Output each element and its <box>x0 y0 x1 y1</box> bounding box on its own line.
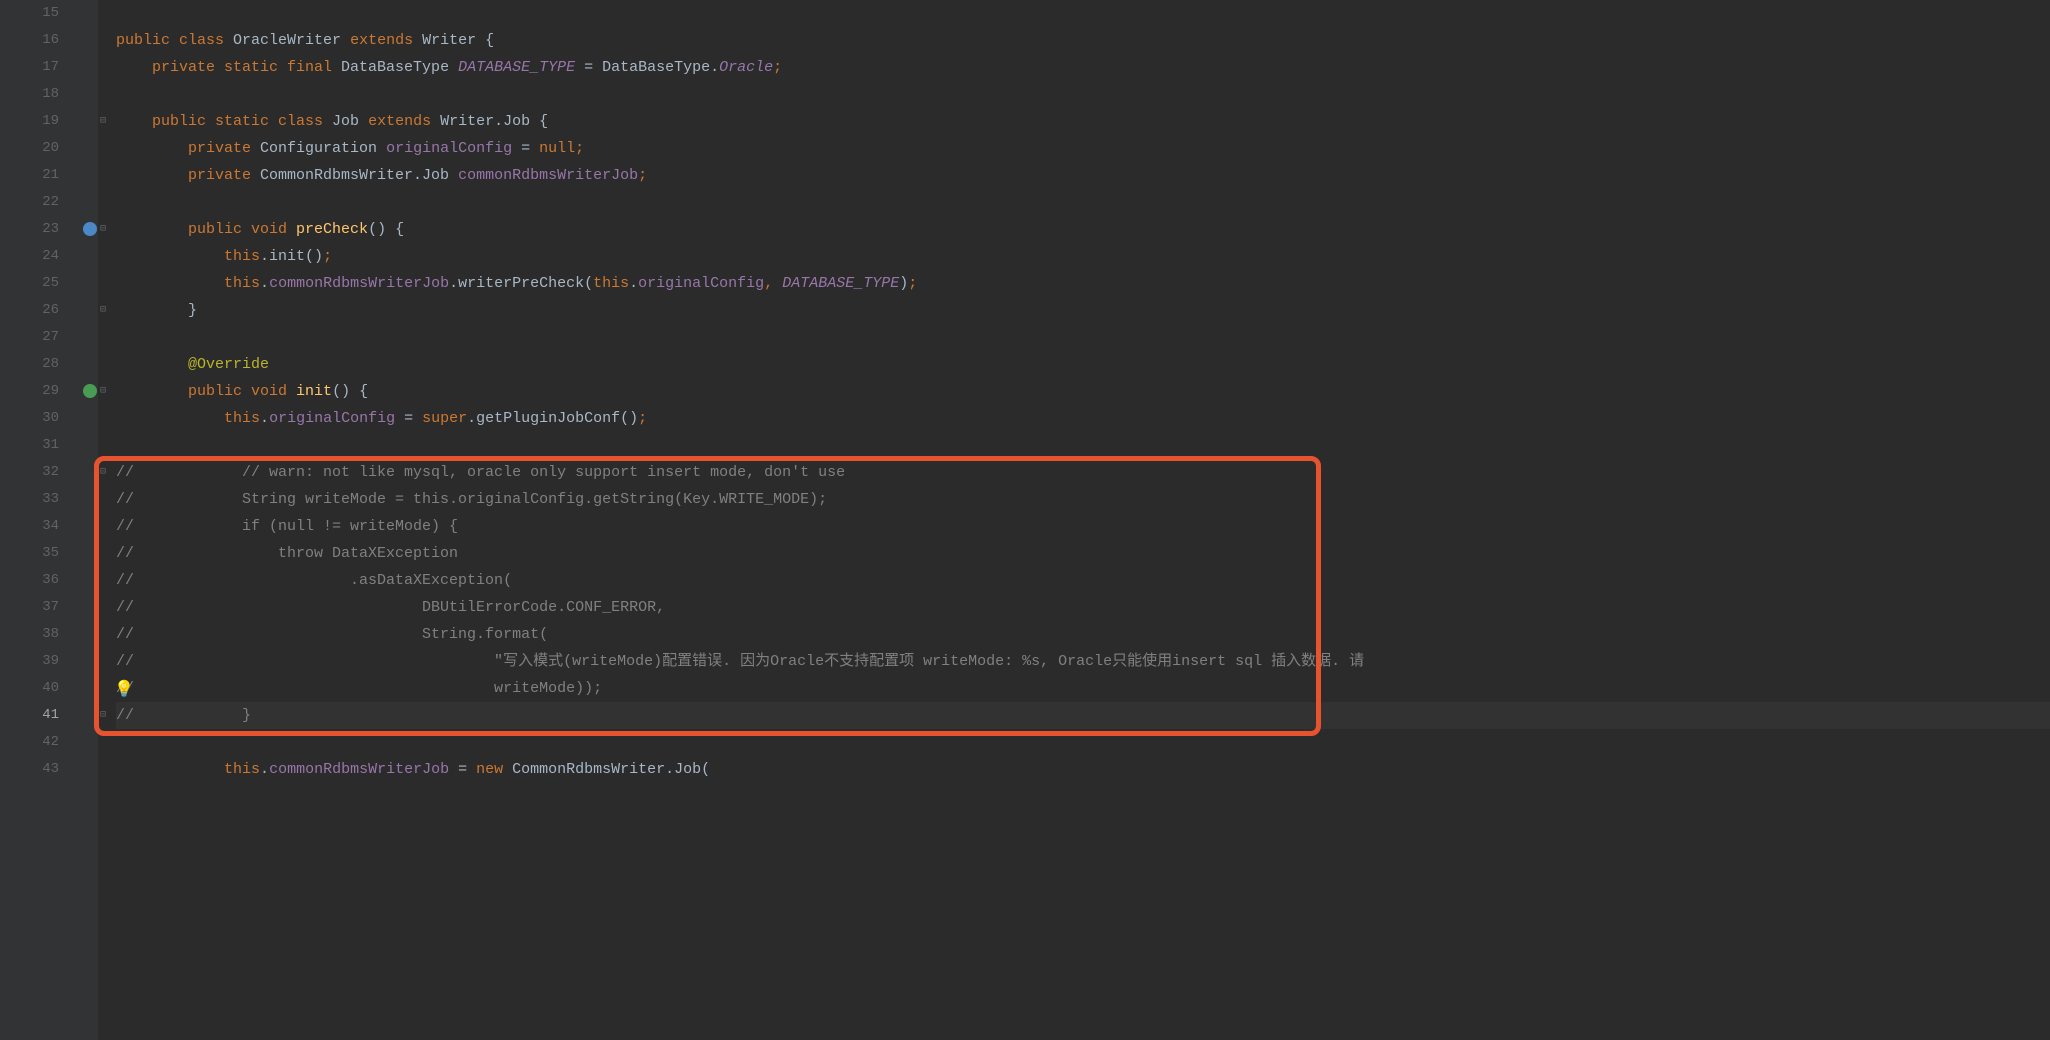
line-number: 21 <box>0 162 59 189</box>
fold-toggle-icon[interactable]: ⊟ <box>100 297 106 324</box>
line-number: 16 <box>0 27 59 54</box>
line-number: 42 <box>0 729 59 756</box>
code-line[interactable] <box>116 0 2050 27</box>
fold-toggle-icon[interactable]: ⊟ <box>100 216 106 243</box>
line-number: 28 <box>0 351 59 378</box>
code-line[interactable]: } <box>116 297 2050 324</box>
code-line[interactable]: // "写入模式(writeMode)配置错误. 因为Oracle不支持配置项 … <box>116 648 2050 675</box>
fold-toggle-icon[interactable]: ⊟ <box>100 378 106 405</box>
line-number: 23 <box>0 216 59 243</box>
line-number: 20 <box>0 135 59 162</box>
code-line[interactable]: // if (null != writeMode) { <box>116 513 2050 540</box>
code-line[interactable]: // throw DataXException <box>116 540 2050 567</box>
line-number: 31 <box>0 432 59 459</box>
line-number: 26 <box>0 297 59 324</box>
code-line[interactable] <box>116 432 2050 459</box>
line-number: 38 <box>0 621 59 648</box>
code-line[interactable]: private CommonRdbmsWriter.Job commonRdbm… <box>116 162 2050 189</box>
intention-bulb-icon[interactable]: 💡 <box>114 679 134 699</box>
line-number: 15 <box>0 0 59 27</box>
implement-marker-icon[interactable]: ↑ <box>83 384 97 398</box>
code-line[interactable]: // writeMode)); <box>116 675 2050 702</box>
code-line[interactable]: public void preCheck() { <box>116 216 2050 243</box>
line-number: 35 <box>0 540 59 567</box>
line-number: 41 <box>0 702 59 729</box>
code-line[interactable]: // .asDataXException( <box>116 567 2050 594</box>
marker-gutter: ↑↑ <box>85 0 98 1040</box>
code-line[interactable]: public void init() { <box>116 378 2050 405</box>
line-number: 17 <box>0 54 59 81</box>
line-number: 18 <box>0 81 59 108</box>
line-number: 24 <box>0 243 59 270</box>
override-marker-icon[interactable]: ↑ <box>83 222 97 236</box>
fold-toggle-icon[interactable]: ⊟ <box>100 702 106 729</box>
line-number: 40 <box>0 675 59 702</box>
line-number: 39 <box>0 648 59 675</box>
line-number: 22 <box>0 189 59 216</box>
code-line[interactable]: // // warn: not like mysql, oracle only … <box>116 459 2050 486</box>
code-editor[interactable]: 1516171819202122232425262728293031323334… <box>0 0 2050 1040</box>
line-number: 37 <box>0 594 59 621</box>
code-line[interactable] <box>116 729 2050 756</box>
line-number: 32 <box>0 459 59 486</box>
line-number-gutter: 1516171819202122232425262728293031323334… <box>0 0 85 1040</box>
code-line[interactable]: public static class Job extends Writer.J… <box>116 108 2050 135</box>
line-number: 19 <box>0 108 59 135</box>
code-line[interactable]: @Override <box>116 351 2050 378</box>
code-line[interactable]: // String writeMode = this.originalConfi… <box>116 486 2050 513</box>
line-number: 25 <box>0 270 59 297</box>
fold-toggle-icon[interactable]: ⊟ <box>100 108 106 135</box>
code-line[interactable]: this.commonRdbmsWriterJob = new CommonRd… <box>116 756 2050 783</box>
code-line[interactable]: this.init(); <box>116 243 2050 270</box>
code-line[interactable] <box>116 324 2050 351</box>
code-line[interactable]: // DBUtilErrorCode.CONF_ERROR, <box>116 594 2050 621</box>
code-line[interactable]: this.commonRdbmsWriterJob.writerPreCheck… <box>116 270 2050 297</box>
code-line[interactable]: private static final DataBaseType DATABA… <box>116 54 2050 81</box>
code-line[interactable]: public class OracleWriter extends Writer… <box>116 27 2050 54</box>
line-number: 30 <box>0 405 59 432</box>
code-line[interactable]: // String.format( <box>116 621 2050 648</box>
line-number: 33 <box>0 486 59 513</box>
line-number: 29 <box>0 378 59 405</box>
code-line[interactable]: this.originalConfig = super.getPluginJob… <box>116 405 2050 432</box>
line-number: 34 <box>0 513 59 540</box>
code-line[interactable]: // } <box>116 702 2050 729</box>
code-line[interactable]: private Configuration originalConfig = n… <box>116 135 2050 162</box>
line-number: 27 <box>0 324 59 351</box>
fold-toggle-icon[interactable]: ⊟ <box>100 459 106 486</box>
code-line[interactable] <box>116 189 2050 216</box>
code-content[interactable]: public class OracleWriter extends Writer… <box>112 0 2050 1040</box>
line-number: 36 <box>0 567 59 594</box>
line-number: 43 <box>0 756 59 783</box>
code-line[interactable] <box>116 81 2050 108</box>
fold-gutter: ⊟ ⊟ ⊟ ⊟ ⊟ ⊟ <box>98 0 112 1040</box>
